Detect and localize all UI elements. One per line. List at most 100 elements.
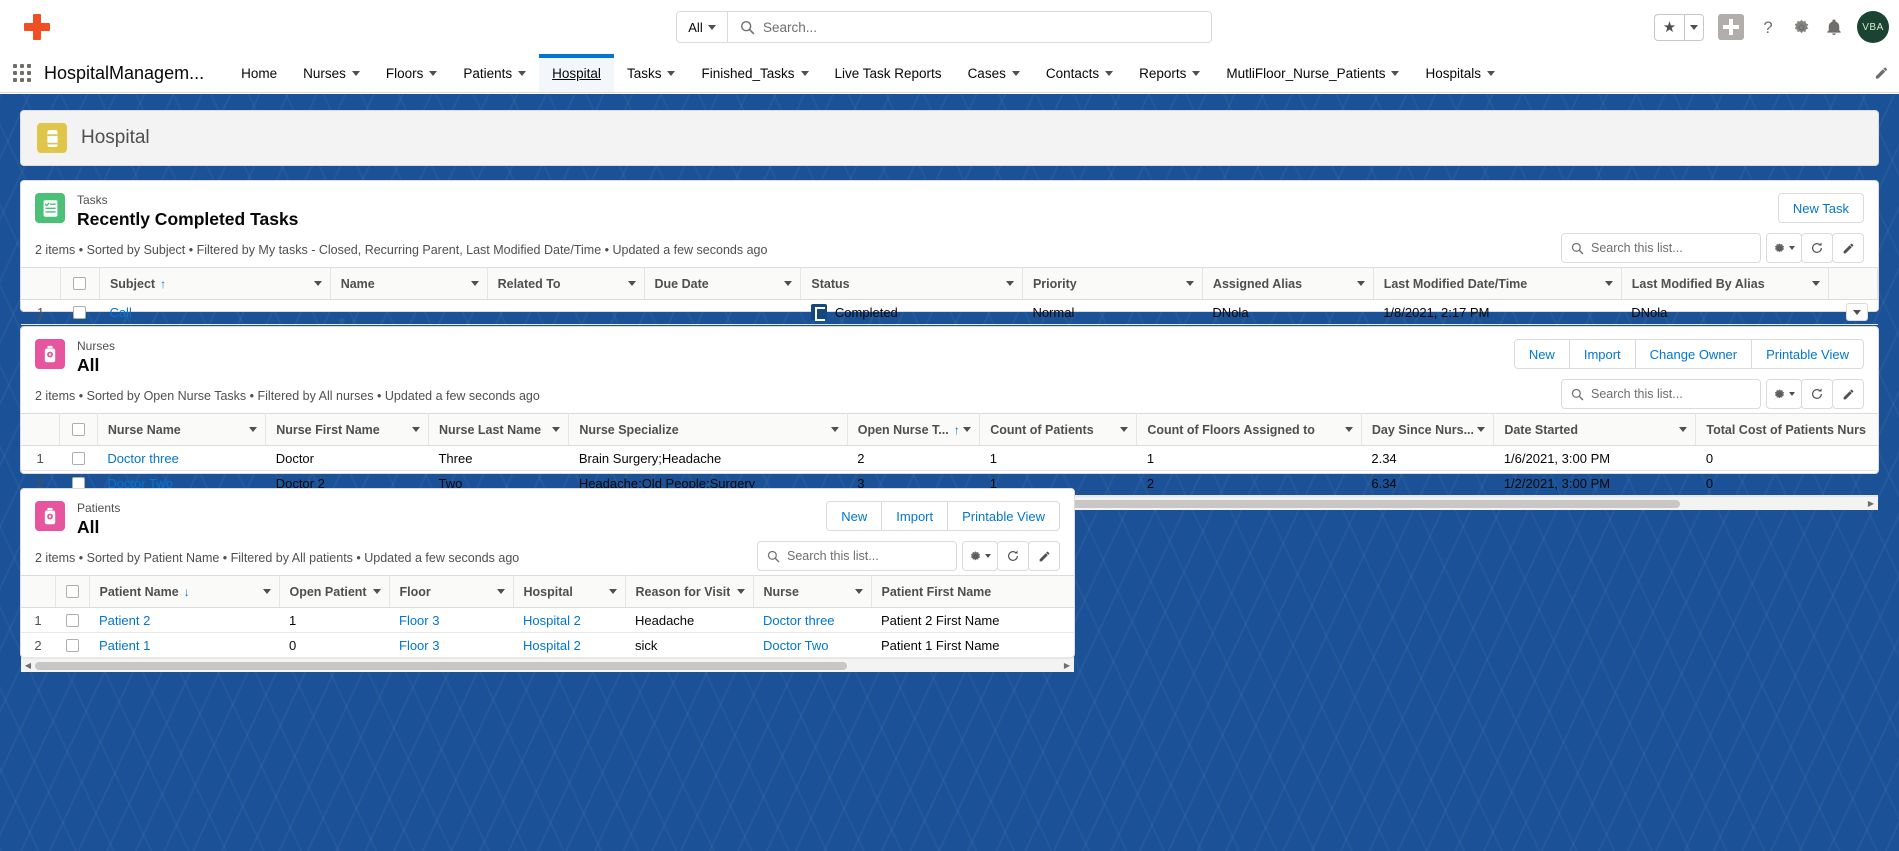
table-row[interactable]: 1 Call Completed Normal DNola 1/8/2021, 2:17 … [21, 299, 1878, 325]
cell-patient_name[interactable]: Patient 1 [89, 632, 279, 658]
column-header-nurse[interactable]: Nurse [753, 575, 872, 608]
patients-horizontal-scrollbar[interactable]: ◀ ▶ [21, 658, 1074, 672]
nurses-card-title[interactable]: All [77, 354, 115, 376]
chevron-down-icon[interactable] [1487, 70, 1495, 76]
tasks-search-box[interactable] [1561, 233, 1761, 263]
column-header-nurse-first-name[interactable]: Nurse First Name [265, 413, 429, 446]
column-menu-chevron-down-icon[interactable] [1344, 427, 1353, 432]
company-logo[interactable] [10, 0, 64, 54]
nurses-new-button[interactable]: New [1513, 339, 1569, 369]
pencil-icon[interactable] [1874, 66, 1889, 81]
column-header-reason-for-visit[interactable]: Reason for Visit [625, 575, 754, 608]
cell-patient_name[interactable]: Patient 2 [89, 607, 279, 633]
select-all-header[interactable] [55, 575, 90, 608]
nurses-search-input[interactable] [1591, 387, 1746, 401]
plus-icon[interactable] [1718, 14, 1744, 40]
nurses-edit-button[interactable] [1832, 379, 1864, 409]
chevron-down-icon[interactable] [429, 70, 438, 76]
column-menu-chevron-down-icon[interactable] [1604, 281, 1613, 286]
nav-item-contacts[interactable]: Contacts [1033, 54, 1126, 92]
tasks-edit-button[interactable] [1832, 233, 1864, 263]
column-header-day-since-nurs-[interactable]: Day Since Nurs... [1361, 413, 1495, 446]
nurses-change-owner-button[interactable]: Change Owner [1634, 339, 1752, 369]
column-menu-chevron-down-icon[interactable] [627, 281, 636, 286]
column-header-subject[interactable]: Subject ↑ [99, 267, 331, 300]
row-checkbox[interactable] [65, 613, 79, 627]
column-menu-chevron-down-icon[interactable] [496, 589, 505, 594]
row-select-cell[interactable] [55, 632, 89, 658]
patients-printable-view-button[interactable]: Printable View [947, 501, 1060, 531]
chevron-down-icon[interactable] [1105, 70, 1114, 76]
column-header-open-nurse-t-[interactable]: Open Nurse T... ↑ [847, 413, 981, 446]
tasks-search-input[interactable] [1591, 241, 1746, 255]
cell-nurse[interactable]: Doctor three [753, 607, 871, 633]
column-header-nurse-last-name[interactable]: Nurse Last Name [428, 413, 570, 446]
select-all-header[interactable] [59, 413, 98, 446]
app-launcher-icon[interactable] [0, 54, 44, 92]
scroll-thumb[interactable] [35, 661, 847, 670]
nurse_name-link[interactable]: Doctor three [107, 451, 179, 466]
nav-item-hospital[interactable]: Hospital [539, 54, 614, 92]
column-header-patient-first-name[interactable]: Patient First Name [871, 575, 1074, 608]
column-header-due-date[interactable]: Due Date [644, 267, 802, 300]
column-menu-chevron-down-icon[interactable] [1477, 427, 1486, 432]
nurses-list-settings-button[interactable] [1766, 379, 1802, 409]
nav-item-patients[interactable]: Patients [450, 54, 539, 92]
column-menu-chevron-down-icon[interactable] [736, 589, 745, 594]
nav-item-finished-tasks[interactable]: Finished_Tasks [688, 54, 821, 92]
select-all-header[interactable] [60, 267, 100, 300]
scroll-track[interactable] [35, 661, 1060, 671]
patient_name-link[interactable]: Patient 1 [99, 638, 150, 653]
patients-refresh-button[interactable] [997, 541, 1029, 571]
hospital-link[interactable]: Hospital 2 [523, 638, 581, 653]
select-all-checkbox[interactable] [71, 423, 85, 436]
column-menu-chevron-down-icon[interactable] [963, 427, 972, 432]
column-header-priority[interactable]: Priority [1022, 267, 1203, 300]
patients-list-settings-button[interactable] [962, 541, 998, 571]
nav-item-nurses[interactable]: Nurses [290, 54, 373, 92]
column-menu-chevron-down-icon[interactable] [313, 281, 322, 286]
scroll-left-arrow-icon[interactable]: ◀ [21, 661, 35, 670]
patient_name-link[interactable]: Patient 2 [99, 613, 150, 628]
column-header-floor[interactable]: Floor [389, 575, 514, 608]
nav-item-tasks[interactable]: Tasks [614, 54, 689, 92]
row-checkbox[interactable] [73, 305, 87, 319]
gear-icon[interactable] [1792, 18, 1811, 37]
star-icon[interactable]: ★ [1654, 13, 1684, 41]
column-header-status[interactable]: Status [800, 267, 1023, 300]
chevron-down-icon[interactable] [518, 70, 527, 76]
nav-item-floors[interactable]: Floors [373, 54, 451, 92]
column-header-related-to[interactable]: Related To [487, 267, 645, 300]
row-select-cell[interactable] [60, 299, 100, 325]
nav-item-home[interactable]: Home [228, 54, 290, 92]
cell-floor[interactable]: Floor 3 [389, 632, 513, 658]
select-all-checkbox[interactable] [65, 585, 79, 598]
nurses-printable-view-button[interactable]: Printable View [1751, 339, 1864, 369]
subject-link[interactable]: Call [109, 305, 131, 320]
table-row[interactable]: 1 Doctor three Doctor Three Brain Surgery;He… [21, 445, 1878, 471]
column-header-nurse-specialize[interactable]: Nurse Specialize [568, 413, 848, 446]
column-menu-chevron-down-icon[interactable] [1005, 281, 1014, 286]
floor-link[interactable]: Floor 3 [399, 613, 439, 628]
column-menu-chevron-down-icon[interactable] [1356, 281, 1365, 286]
cell-floor[interactable]: Floor 3 [389, 607, 513, 633]
patients-card-title[interactable]: All [77, 516, 120, 538]
search-scope-select[interactable]: All [676, 11, 728, 43]
column-menu-chevron-down-icon[interactable] [854, 589, 863, 594]
cell-hospital[interactable]: Hospital 2 [513, 632, 625, 658]
row-checkbox[interactable] [65, 638, 79, 652]
column-header-count-of-floors-assigned-to[interactable]: Count of Floors Assigned to [1136, 413, 1362, 446]
column-menu-chevron-down-icon[interactable] [372, 589, 381, 594]
patients-search-box[interactable] [757, 541, 957, 571]
column-header-last-modified-date-time[interactable]: Last Modified Date/Time [1373, 267, 1622, 300]
column-header-name[interactable]: Name [330, 267, 488, 300]
nav-item-mutlifloor-nurse-patients[interactable]: MutliFloor_Nurse_Patients [1213, 54, 1412, 92]
new-task-button[interactable]: New Task [1777, 193, 1864, 223]
column-menu-chevron-down-icon[interactable] [1120, 427, 1129, 432]
chevron-down-icon[interactable] [351, 70, 360, 76]
global-search-box[interactable] [728, 11, 1212, 43]
row-select-cell[interactable] [55, 607, 89, 633]
nurse-link[interactable]: Doctor three [763, 613, 835, 628]
column-menu-chevron-down-icon[interactable] [1185, 281, 1194, 286]
bell-icon[interactable] [1825, 18, 1843, 37]
